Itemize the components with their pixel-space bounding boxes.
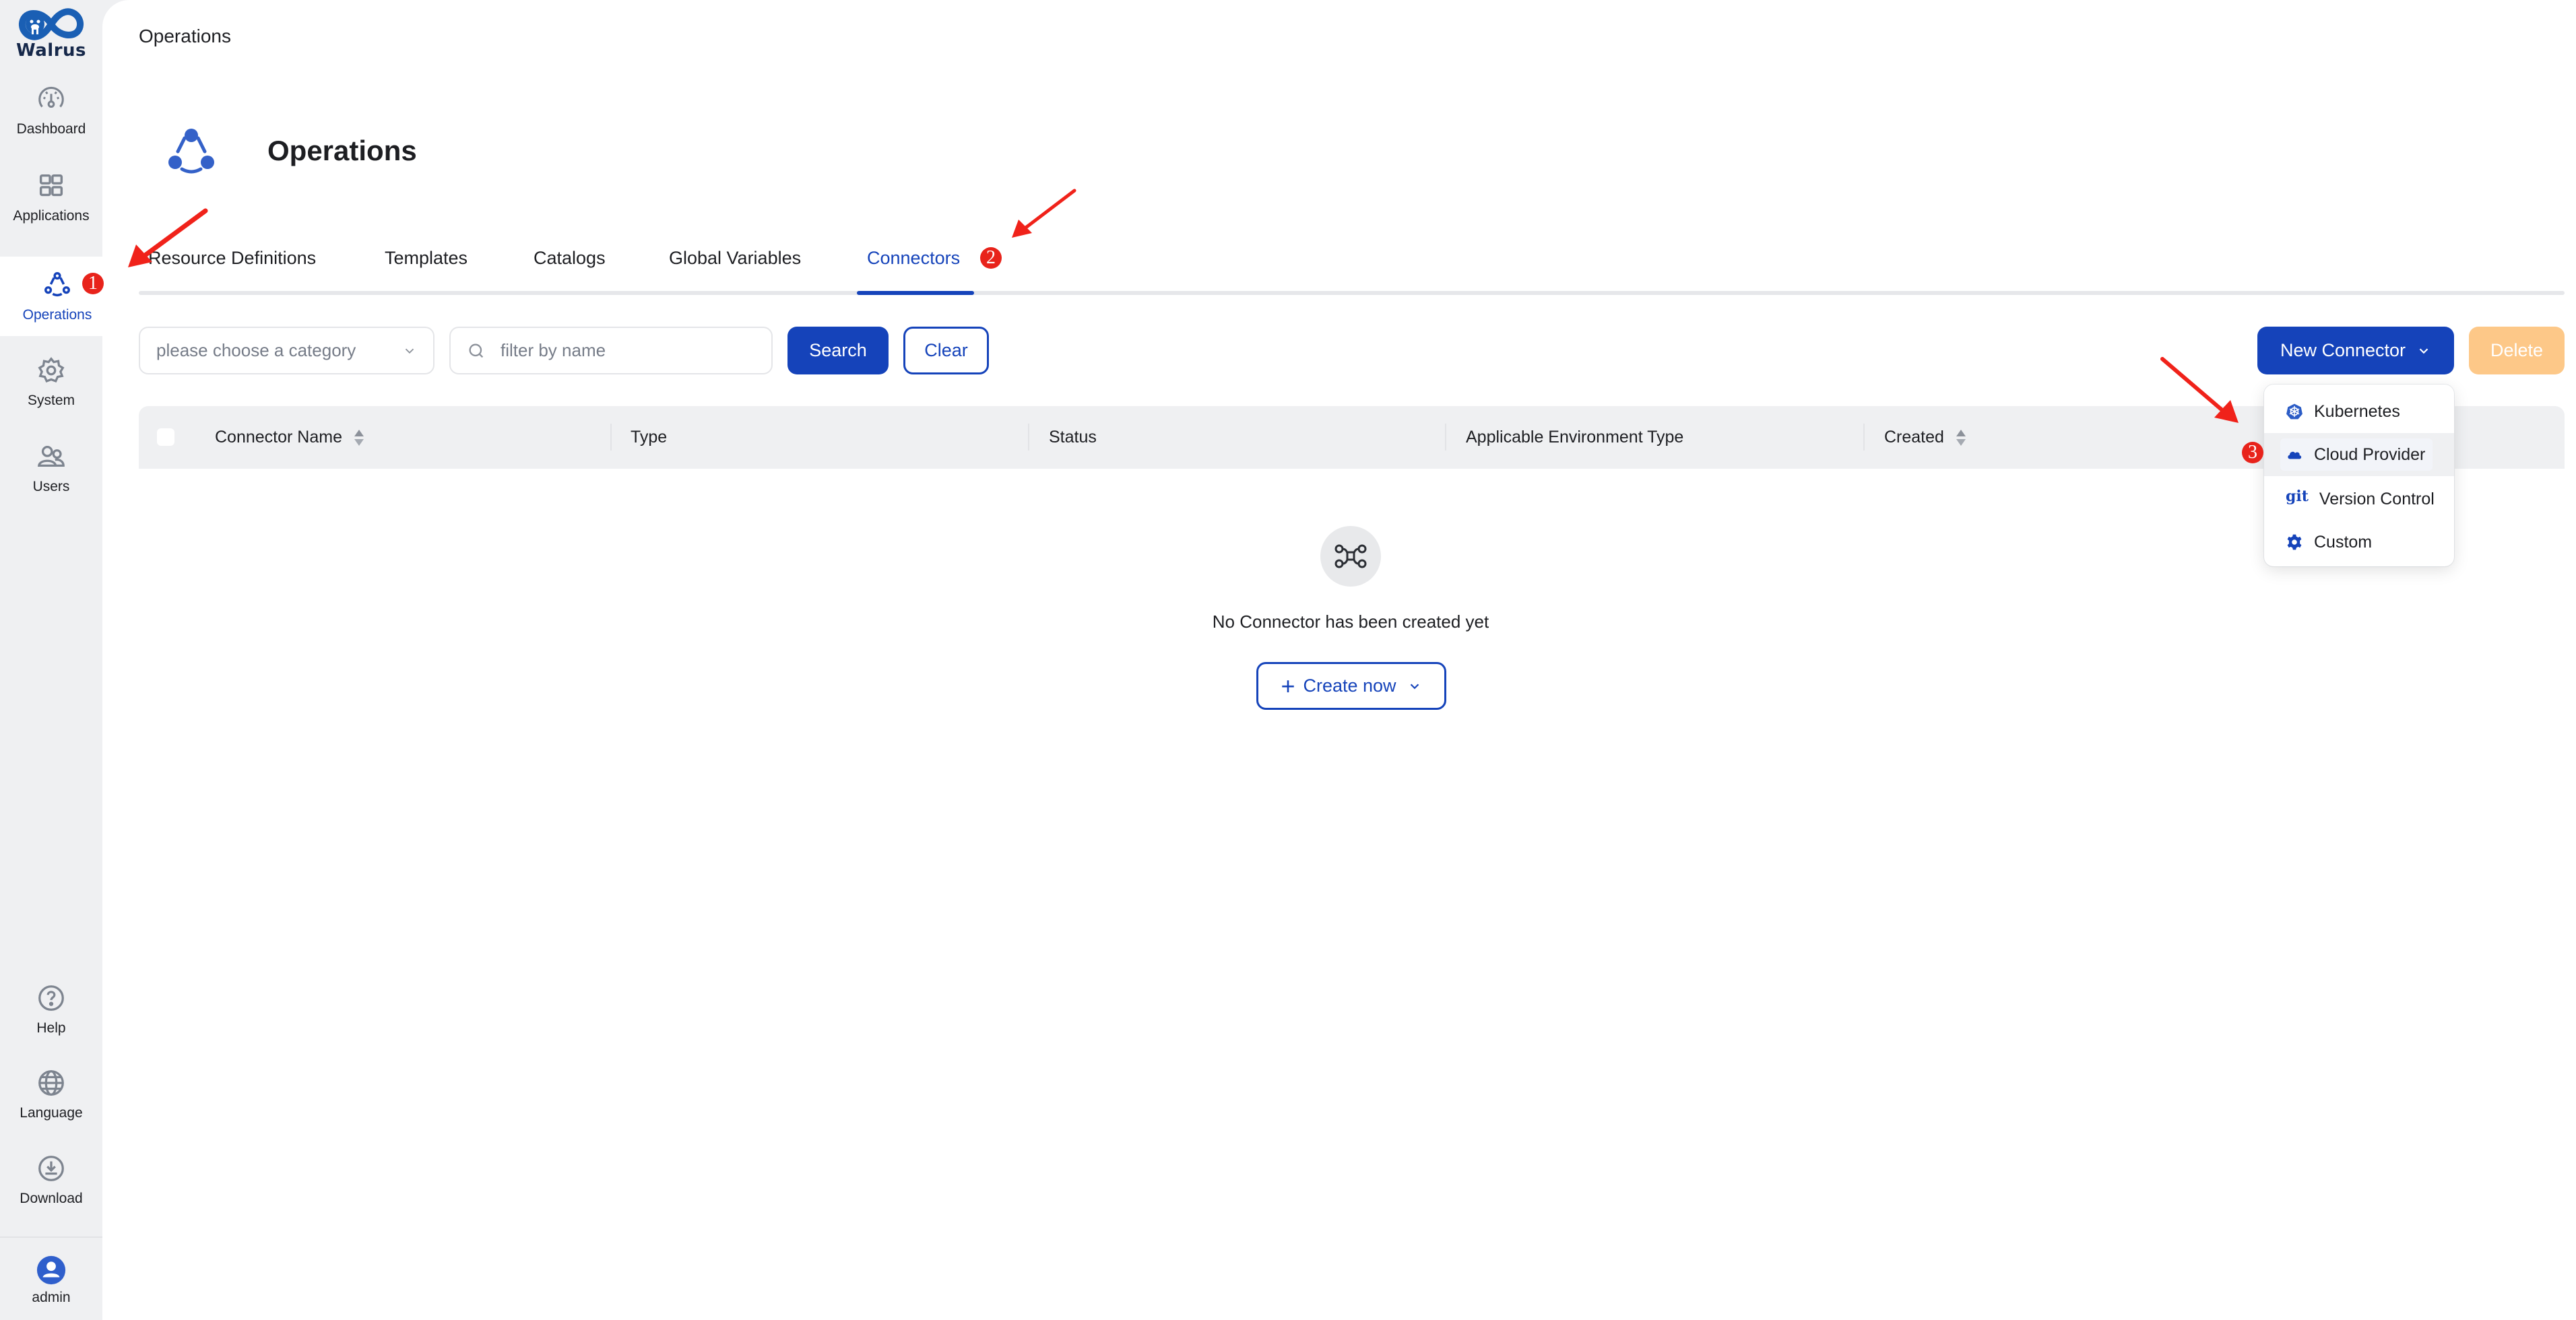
chevron-down-icon (405, 348, 414, 354)
connector-icon (1334, 544, 1367, 568)
create-now-label: Create now (1303, 675, 1396, 696)
git-icon: git (2286, 488, 2309, 505)
empty-state-message: No Connector has been created yet (1212, 612, 1489, 632)
create-now-button[interactable]: + Create now (1256, 662, 1446, 710)
new-connector-menu: Kubernetes Cloud Provider git Version Co… (2264, 385, 2454, 566)
sidebar-item-label: Applications (13, 208, 90, 224)
chevron-down-icon (2419, 348, 2428, 354)
column-header-connector-name[interactable]: Connector Name (215, 406, 364, 469)
tab-global-variables[interactable]: Global Variables (669, 248, 801, 269)
search-icon (469, 343, 484, 358)
column-header-type: Type (631, 406, 667, 469)
search-button[interactable]: Search (787, 327, 889, 374)
tab-track (139, 291, 2565, 295)
clear-button[interactable]: Clear (903, 327, 989, 374)
annotation-badge-1: 1 (82, 273, 104, 294)
download-icon (38, 1156, 64, 1181)
sidebar-item-operations[interactable]: Operations (0, 257, 115, 336)
sidebar-item-label: Help (36, 1020, 66, 1036)
column-label: Type (631, 428, 668, 447)
page-title: Operations (267, 135, 417, 166)
tab-connectors[interactable]: Connectors (867, 248, 960, 269)
new-connector-button[interactable]: New Connector (2257, 327, 2454, 374)
menu-item-cloud-provider[interactable]: Cloud Provider (2264, 433, 2454, 476)
annotation-arrow-3 (2160, 357, 2239, 423)
app-name: Walrus (15, 40, 87, 61)
sidebar-item-help[interactable]: Help (0, 970, 102, 1049)
plus-icon: + (1281, 671, 1295, 700)
sidebar-item-label: Language (20, 1105, 83, 1121)
empty-state-icon (1320, 526, 1381, 587)
sidebar-item-download[interactable]: Download (0, 1140, 102, 1220)
operations-icon (168, 129, 214, 174)
cloud-icon (2288, 451, 2302, 459)
breadcrumb[interactable]: Operations (139, 26, 231, 47)
sidebar-item-label: System (27, 393, 75, 408)
sidebar-item-label: Users (32, 479, 70, 494)
sidebar-divider (0, 1236, 102, 1238)
menu-item-custom[interactable]: Custom (2264, 521, 2454, 564)
select-all-checkbox[interactable] (157, 428, 174, 446)
name-filter-input[interactable] (501, 340, 755, 361)
help-icon (38, 985, 64, 1011)
avatar-icon (36, 1255, 66, 1285)
user-menu[interactable]: admin (0, 1241, 102, 1320)
sidebar-item-language[interactable]: Language (0, 1055, 102, 1134)
new-connector-label: New Connector (2280, 340, 2406, 360)
globe-icon (38, 1070, 64, 1096)
menu-item-label: Cloud Provider (2314, 444, 2426, 464)
sidebar-item-dashboard[interactable]: Dashboard (0, 71, 102, 150)
annotation-arrow-2 (1012, 189, 1076, 238)
column-label: Applicable Environment Type (1466, 428, 1684, 447)
tab-bar: Resource Definitions Templates Catalogs … (139, 242, 2565, 295)
active-tab-indicator (857, 291, 974, 295)
sidebar: Walrus Dashboard Applications Operations… (0, 0, 115, 1320)
column-label: Status (1049, 428, 1097, 447)
column-header-status: Status (1049, 406, 1097, 469)
menu-item-label: Kubernetes (2314, 401, 2400, 421)
column-separator (1028, 424, 1029, 451)
menu-item-kubernetes[interactable]: Kubernetes (2264, 390, 2454, 433)
name-filter-field[interactable] (449, 327, 773, 374)
sidebar-item-system[interactable]: System (0, 342, 102, 422)
user-name: admin (32, 1290, 71, 1305)
sort-icon[interactable] (1956, 429, 1966, 446)
sidebar-item-label: Operations (22, 307, 92, 323)
tab-catalogs[interactable]: Catalogs (534, 248, 606, 269)
chevron-down-icon (1410, 683, 1419, 689)
sidebar-item-label: Dashboard (16, 121, 86, 137)
sidebar-item-applications[interactable]: Applications (0, 158, 102, 237)
dashboard-icon (38, 86, 64, 108)
walrus-logo-icon (18, 8, 84, 40)
menu-item-label: Version Control (2319, 489, 2435, 508)
users-icon (37, 445, 65, 467)
column-separator (1445, 424, 1446, 451)
sidebar-item-users[interactable]: Users (0, 428, 102, 508)
sidebar-item-label: Download (20, 1191, 83, 1206)
category-select[interactable]: please choose a category (139, 327, 434, 374)
gear-icon (2287, 534, 2302, 550)
tab-templates[interactable]: Templates (385, 248, 468, 269)
kubernetes-icon (2286, 403, 2303, 420)
column-label: Created (1884, 428, 1944, 447)
operations-icon (44, 272, 70, 297)
column-separator (610, 424, 612, 451)
delete-button[interactable]: Delete (2469, 327, 2565, 374)
annotation-arrow-1 (128, 208, 208, 267)
main-panel: Operations Operations Resource Definitio… (102, 0, 2576, 1320)
applications-icon (39, 174, 63, 197)
gear-icon (38, 357, 65, 383)
menu-item-label: Custom (2314, 532, 2373, 552)
category-select-placeholder: please choose a category (156, 340, 356, 360)
menu-item-version-control[interactable]: git Version Control (2264, 477, 2454, 521)
column-separator (1863, 424, 1865, 451)
walrus-logo[interactable]: Walrus (0, 7, 102, 67)
column-header-environment-type: Applicable Environment Type (1466, 406, 1683, 469)
annotation-badge-2: 2 (980, 247, 1002, 269)
annotation-badge-3: 3 (2242, 442, 2263, 463)
sort-icon[interactable] (354, 429, 364, 446)
column-header-created[interactable]: Created (1884, 406, 1966, 469)
column-label: Connector Name (215, 428, 342, 447)
